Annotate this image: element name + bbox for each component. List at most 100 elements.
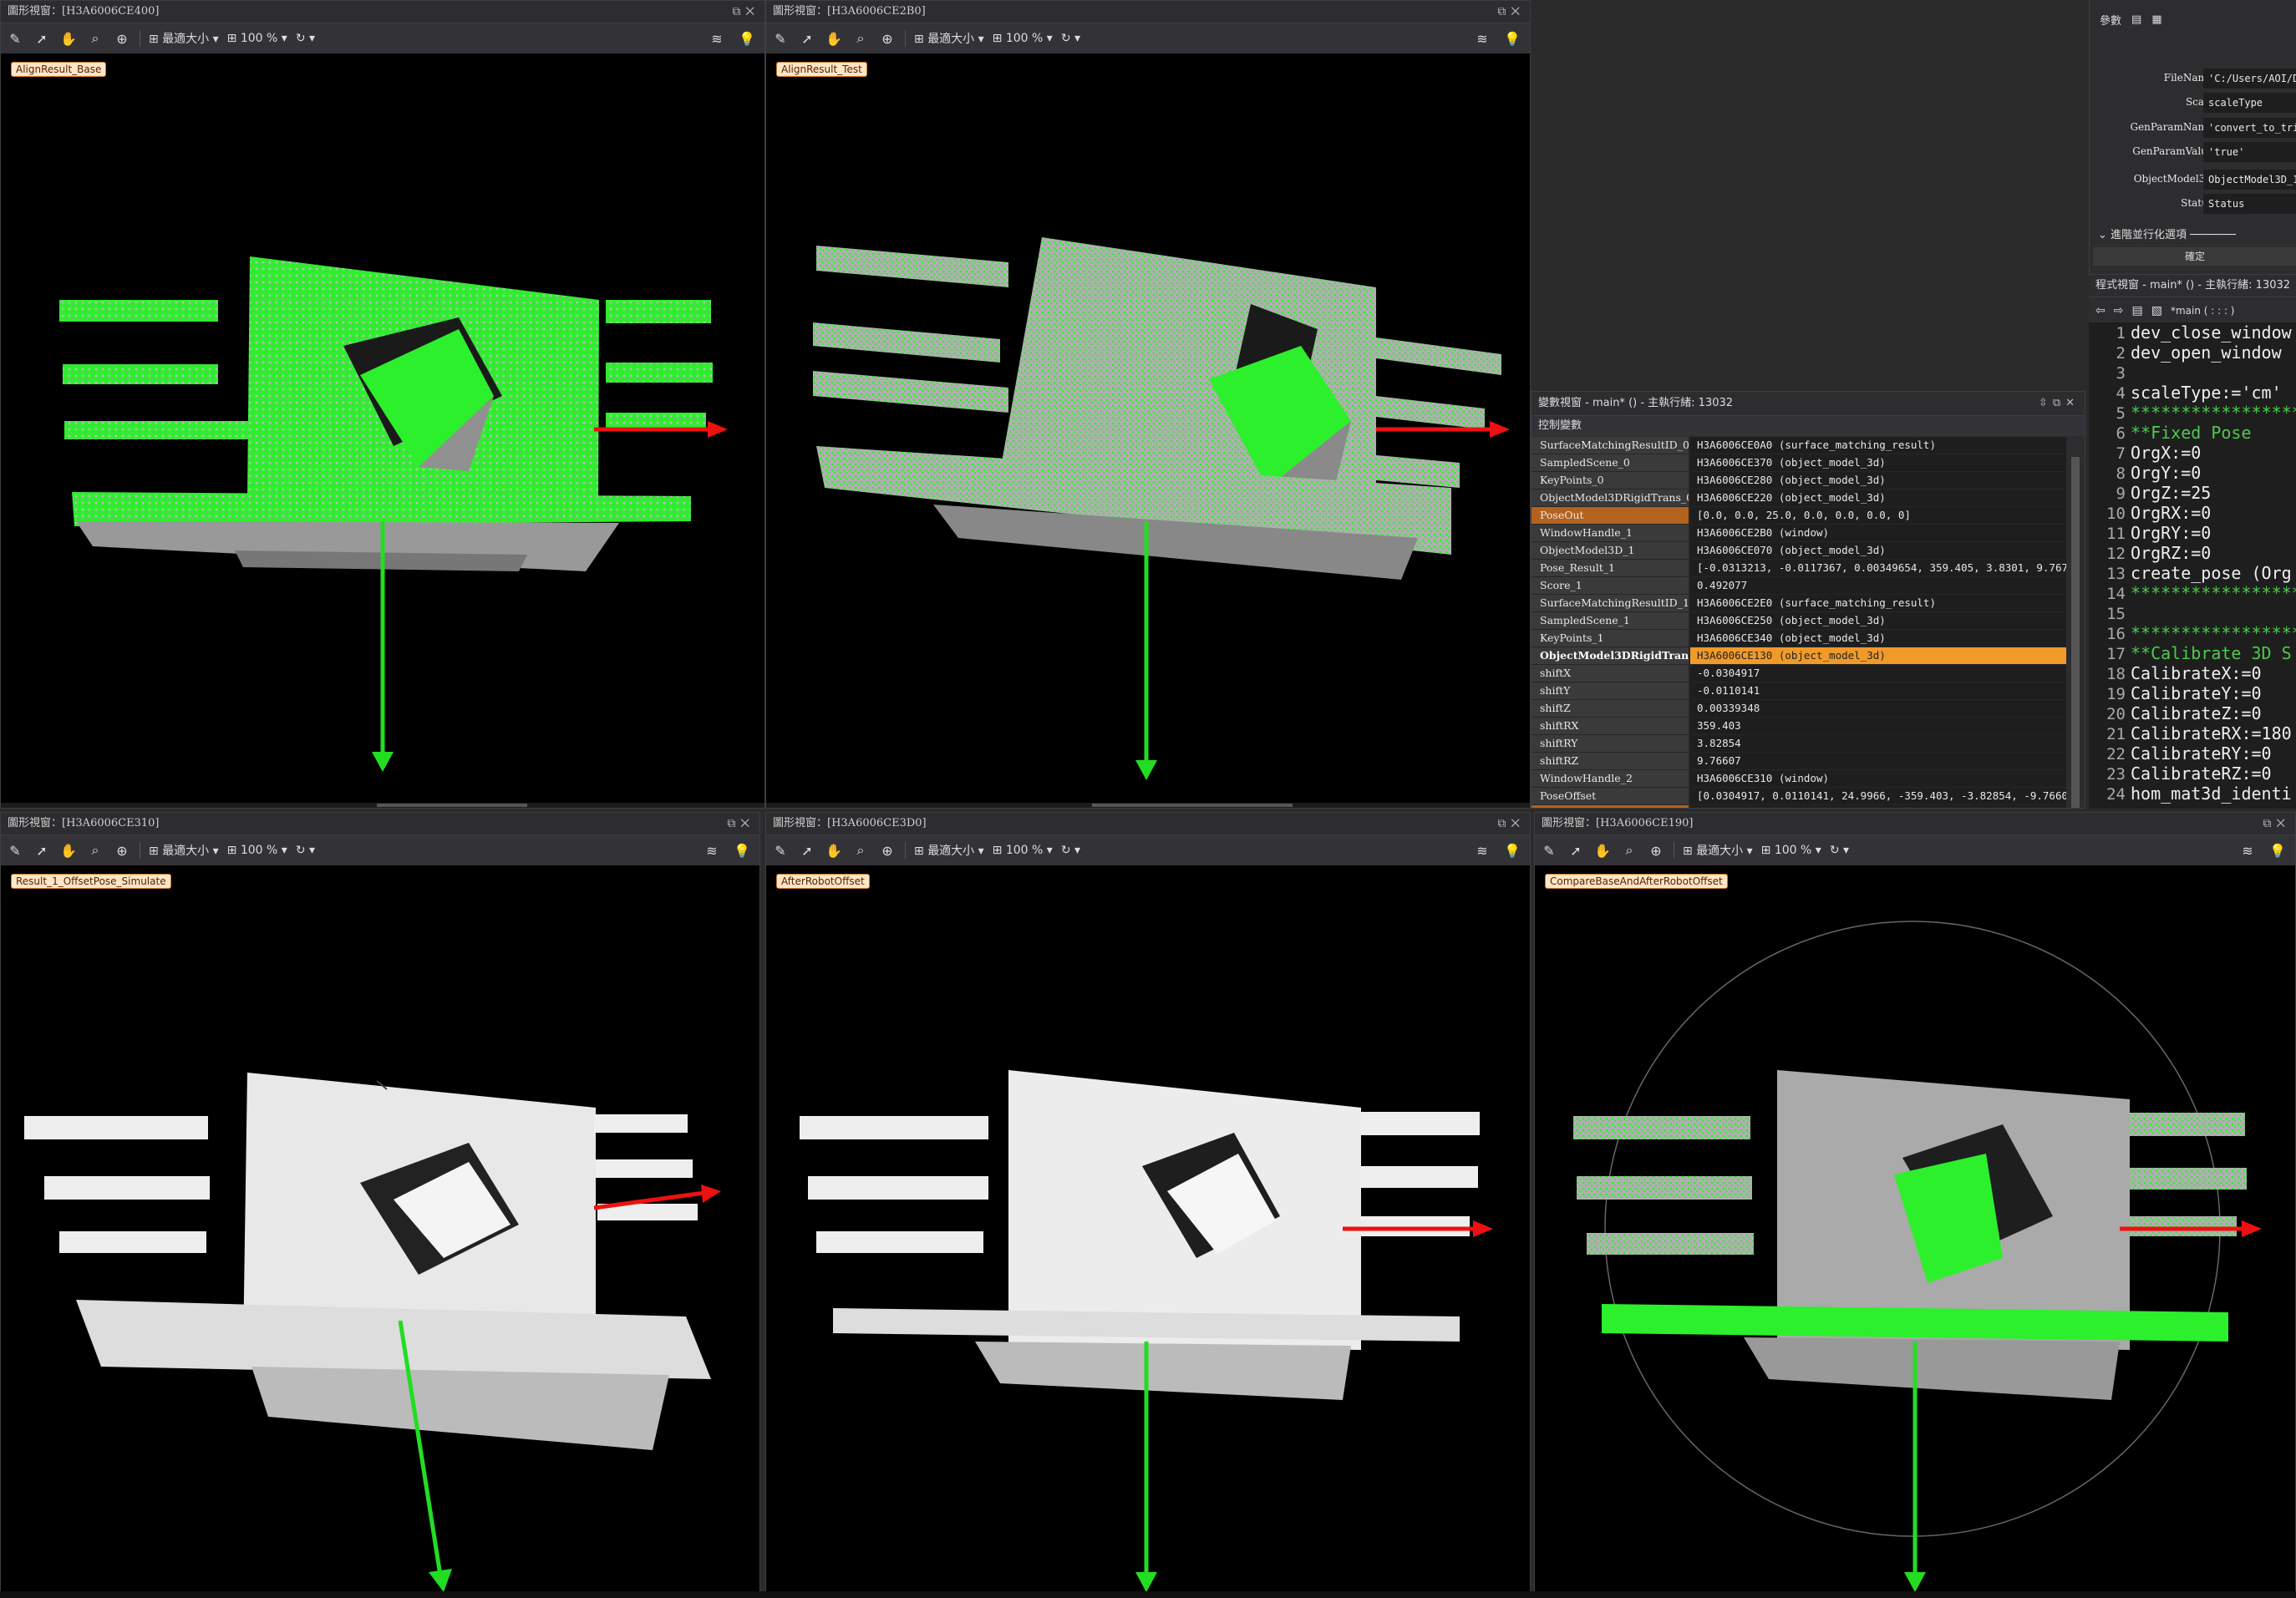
pointer-icon[interactable]: ➚: [798, 29, 816, 48]
code-line[interactable]: 10 OrgRX:=0: [2089, 503, 2296, 523]
code-line[interactable]: 20 CalibrateZ:=0: [2089, 703, 2296, 723]
window-controls[interactable]: ⧉✕: [1497, 813, 1525, 835]
pointer-icon[interactable]: ➚: [798, 841, 816, 860]
zoom-in-icon[interactable]: ⊕: [1647, 841, 1665, 860]
list-view-icon[interactable]: ▤: [2131, 13, 2141, 26]
layers-icon[interactable]: ≋: [2238, 841, 2257, 860]
fit-size-dropdown[interactable]: ⊞ 最適大小 ▾: [149, 842, 219, 859]
variable-row[interactable]: PoseOffset [0.0304917, 0.0110141, 24.9966…: [1532, 788, 2066, 805]
zoom-level-dropdown[interactable]: ⊞ 100 % ▾: [227, 32, 287, 45]
code-editor[interactable]: 1 dev_close_window 2 dev_open_window 3 4 scale…: [2089, 322, 2296, 809]
window-controls[interactable]: ⧉✕: [1497, 1, 1525, 23]
param-value-field[interactable]: 'convert_to_tri: [2203, 118, 2296, 138]
lightbulb-icon[interactable]: 💡: [733, 841, 751, 860]
code-line[interactable]: 15: [2089, 603, 2296, 623]
zoom-level-dropdown[interactable]: ⊞ 100 % ▾: [227, 844, 287, 857]
code-line[interactable]: 17 **Calibrate 3D S: [2089, 643, 2296, 663]
hand-icon[interactable]: ✋: [1593, 841, 1612, 860]
lightbulb-icon[interactable]: 💡: [738, 29, 756, 48]
variable-row[interactable]: WindowHandle_1 H3A6006CE2B0 (window): [1532, 525, 2066, 542]
horizontal-scrollbar[interactable]: [766, 803, 1530, 808]
variable-row[interactable]: ObjectModel3DRigidTrans_1H3A6006CE130 (o…: [1532, 647, 2066, 665]
pointer-icon[interactable]: ➚: [33, 29, 51, 48]
zoom-in-icon[interactable]: ⊕: [878, 841, 897, 860]
print-icon[interactable]: ▤: [2131, 304, 2142, 317]
zoom-icon[interactable]: ⌕: [86, 29, 104, 48]
param-value-field[interactable]: ObjectModel3D_1: [2203, 170, 2296, 190]
code-line[interactable]: 4 scaleType:='cm': [2089, 383, 2296, 403]
interaction-mode-dropdown[interactable]: ↻ ▾: [296, 32, 315, 45]
code-line[interactable]: 2 dev_open_window: [2089, 342, 2296, 363]
interaction-mode-dropdown[interactable]: ↻ ▾: [1061, 844, 1080, 857]
procedure-select[interactable]: *main ( : : : ): [2171, 305, 2235, 317]
zoom-icon[interactable]: ⌕: [851, 841, 870, 860]
layers-icon[interactable]: ≋: [703, 841, 721, 860]
hand-icon[interactable]: ✋: [825, 29, 843, 48]
fit-size-dropdown[interactable]: ⊞ 最適大小 ▾: [149, 30, 219, 47]
hand-icon[interactable]: ✋: [59, 29, 78, 48]
code-line[interactable]: 11 OrgRY:=0: [2089, 523, 2296, 543]
image-icon[interactable]: ▧: [2151, 304, 2162, 317]
graphics-window-2[interactable]: 圖形視窗：[H3A6006CE2B0] ⧉✕ ✎ ➚ ✋ ⌕ ⊕ ⊞ 最適大小 ▾…: [765, 0, 1531, 809]
variable-row[interactable]: SurfaceMatchingResultID_0 H3A6006CE0A0 (s…: [1532, 437, 2066, 454]
window-controls[interactable]: ⧉✕: [732, 1, 759, 23]
zoom-level-dropdown[interactable]: ⊞ 100 % ▾: [1761, 844, 1821, 857]
layers-icon[interactable]: ≋: [1473, 29, 1491, 48]
lightbulb-icon[interactable]: 💡: [2268, 841, 2287, 860]
vertical-scrollbar[interactable]: [2066, 437, 2085, 808]
confirm-button[interactable]: 確定: [2093, 247, 2296, 266]
fit-size-dropdown[interactable]: ⊞ 最適大小 ▾: [914, 842, 984, 859]
hand-icon[interactable]: ✋: [825, 841, 843, 860]
code-line[interactable]: 19 CalibrateY:=0: [2089, 683, 2296, 703]
3d-canvas[interactable]: AfterRobotOffset: [766, 865, 1530, 1597]
zoom-in-icon[interactable]: ⊕: [878, 29, 897, 48]
brush-icon[interactable]: ✎: [771, 29, 790, 48]
fit-size-dropdown[interactable]: ⊞ 最適大小 ▾: [1683, 842, 1753, 859]
3d-canvas[interactable]: AlignResult_Test: [766, 53, 1530, 808]
code-line[interactable]: 18 CalibrateX:=0: [2089, 663, 2296, 683]
table-view-icon[interactable]: ▦: [2151, 13, 2161, 26]
code-line[interactable]: 24 hom_mat3d_identi: [2089, 784, 2296, 804]
code-line[interactable]: 1 dev_close_window: [2089, 322, 2296, 342]
variable-row[interactable]: PoseOut [0.0, 0.0, 25.0, 0.0, 0.0, 0.0, 0…: [1532, 507, 2066, 525]
code-line[interactable]: 6 **Fixed Pose: [2089, 423, 2296, 443]
variable-row[interactable]: SurfaceMatchingResultID_1 H3A6006CE2E0 (s…: [1532, 595, 2066, 612]
interaction-mode-dropdown[interactable]: ↻ ▾: [296, 844, 315, 857]
horizontal-scrollbar[interactable]: [1, 803, 764, 808]
interaction-mode-dropdown[interactable]: ↻ ▾: [1830, 844, 1849, 857]
graphics-window-4[interactable]: 圖形視窗：[H3A6006CE3D0] ⧉✕ ✎ ➚ ✋ ⌕ ⊕ ⊞ 最適大小 ▾…: [765, 812, 1531, 1598]
variable-row[interactable]: Score_1 0.492077: [1532, 577, 2066, 595]
code-line[interactable]: 5 *****************: [2089, 403, 2296, 423]
graphics-window-3[interactable]: 圖形視窗：[H3A6006CE310] ⧉✕ ✎ ➚ ✋ ⌕ ⊕ ⊞ 最適大小 ▾…: [0, 812, 760, 1598]
brush-icon[interactable]: ✎: [1540, 841, 1558, 860]
variable-row[interactable]: ObjectModel3D_1 H3A6006CE070 (object_mode…: [1532, 542, 2066, 560]
window-controls[interactable]: ⧉✕: [2263, 813, 2290, 835]
zoom-in-icon[interactable]: ⊕: [113, 29, 131, 48]
interaction-mode-dropdown[interactable]: ↻ ▾: [1061, 32, 1080, 45]
forward-icon[interactable]: ⇨: [2114, 304, 2124, 317]
param-value-field[interactable]: 'C:/Users/AOI/D: [2203, 68, 2296, 89]
code-line[interactable]: 3: [2089, 363, 2296, 383]
code-line[interactable]: 8 OrgY:=0: [2089, 463, 2296, 483]
variable-row[interactable]: SampledScene_0 H3A6006CE370 (object_model…: [1532, 454, 2066, 472]
variable-row[interactable]: shiftZ 0.00339348: [1532, 700, 2066, 718]
variable-row[interactable]: shiftRZ 9.76607: [1532, 753, 2066, 770]
code-line[interactable]: 21 CalibrateRX:=180: [2089, 723, 2296, 743]
zoom-level-dropdown[interactable]: ⊞ 100 % ▾: [993, 32, 1053, 45]
variable-row[interactable]: KeyPoints_1 H3A6006CE340 (object_model_3d…: [1532, 630, 2066, 647]
layers-icon[interactable]: ≋: [1473, 841, 1491, 860]
code-line[interactable]: 13 create_pose (Org: [2089, 563, 2296, 583]
variable-row[interactable]: WindowHandle_2 H3A6006CE310 (window): [1532, 770, 2066, 788]
pointer-icon[interactable]: ➚: [33, 841, 51, 860]
brush-icon[interactable]: ✎: [6, 29, 24, 48]
lightbulb-icon[interactable]: 💡: [1503, 841, 1521, 860]
variable-row[interactable]: shiftX -0.0304917: [1532, 665, 2066, 682]
code-line[interactable]: 16 *****************: [2089, 623, 2296, 643]
advanced-options-toggle[interactable]: ⌄ 進階並行化選項 ───────: [2098, 226, 2296, 241]
hand-icon[interactable]: ✋: [59, 841, 78, 860]
3d-canvas[interactable]: Result_1_OffsetPose_Simulate: [1, 865, 759, 1597]
code-line[interactable]: 22 CalibrateRY:=0: [2089, 743, 2296, 763]
zoom-in-icon[interactable]: ⊕: [113, 841, 131, 860]
back-icon[interactable]: ⇦: [2095, 304, 2106, 317]
variable-row[interactable]: shiftRY 3.82854: [1532, 735, 2066, 753]
